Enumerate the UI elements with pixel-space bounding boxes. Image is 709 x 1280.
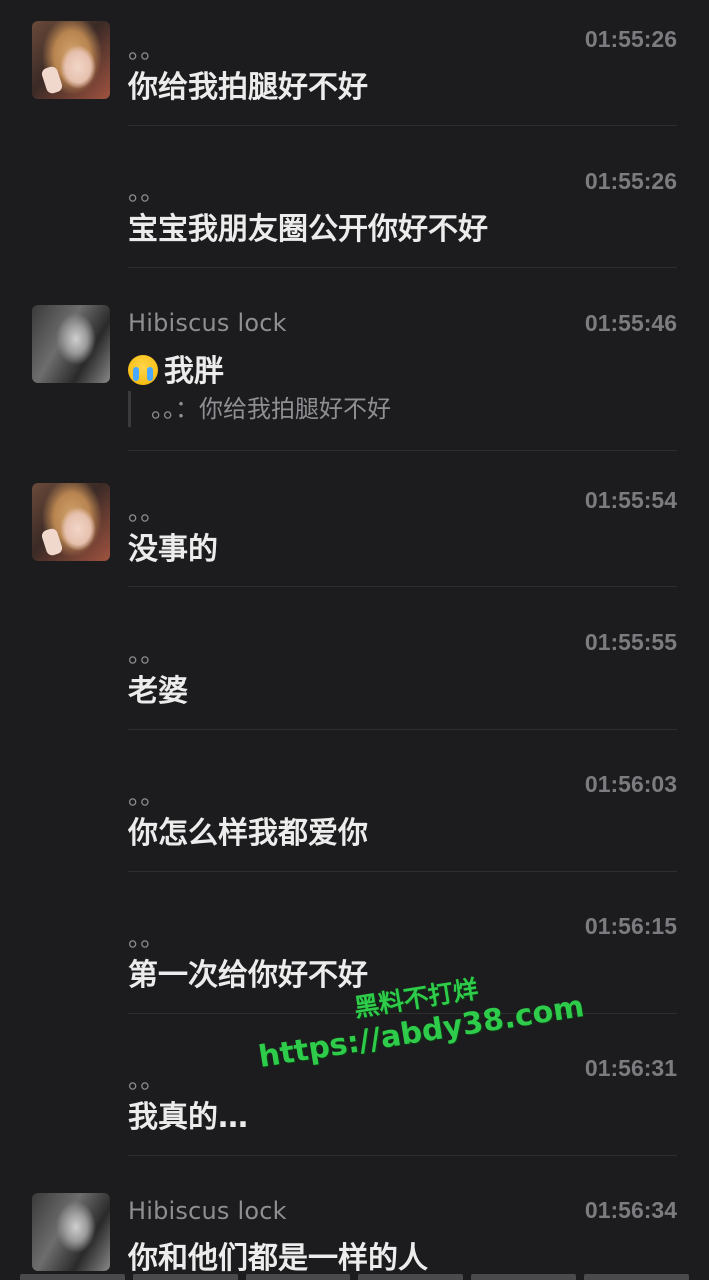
divider	[128, 267, 677, 268]
toolbar-segment	[584, 1274, 689, 1280]
toolbar-segment	[20, 1274, 125, 1280]
message-text[interactable]: 你给我拍腿好不好	[128, 62, 368, 106]
toolbar-segment	[358, 1274, 464, 1280]
quoted-reply[interactable]: 。。：你给我拍腿好不好	[128, 391, 391, 427]
message-text-body: 我胖	[164, 354, 224, 389]
message-text[interactable]: 没事的	[128, 524, 218, 568]
avatar[interactable]	[32, 1193, 110, 1271]
timestamp: 01:55:26	[584, 168, 677, 194]
sender-name: 。。	[128, 36, 165, 64]
divider	[128, 450, 677, 451]
sender-name: 。。	[128, 498, 165, 526]
avatar[interactable]	[32, 483, 110, 561]
timestamp: 01:56:15	[584, 913, 677, 939]
message-text[interactable]: 第一次给你好不好	[128, 950, 368, 994]
timestamp: 01:56:31	[584, 1055, 677, 1081]
sender-name: 。。	[128, 782, 165, 810]
divider	[128, 586, 677, 587]
message-text[interactable]: 老婆	[128, 666, 188, 710]
quoted-text: 你给我拍腿好不好	[199, 395, 391, 423]
toolbar-segment	[471, 1274, 577, 1280]
timestamp: 01:56:34	[584, 1197, 677, 1223]
sender-name: 。。	[128, 1066, 165, 1094]
avatar[interactable]	[32, 305, 110, 383]
sender-name: 。。	[128, 924, 165, 952]
divider	[128, 729, 677, 730]
quoted-sender: 。。：	[151, 395, 199, 423]
message-text[interactable]: 我胖	[128, 346, 224, 390]
toolbar-segment	[132, 1274, 238, 1280]
crying-face-icon	[128, 355, 158, 385]
timestamp: 01:55:55	[584, 629, 677, 655]
message-text[interactable]: 你怎么样我都爱你	[128, 808, 368, 852]
divider	[128, 125, 677, 126]
sender-name: Hibiscus lock	[128, 1197, 287, 1225]
sender-name: 。。	[128, 640, 165, 668]
message-text[interactable]: 我真的…	[128, 1092, 248, 1136]
timestamp: 01:55:46	[584, 310, 677, 336]
divider	[128, 871, 677, 872]
toolbar-segment	[245, 1274, 351, 1280]
sender-name: 。。	[128, 178, 165, 206]
sender-name: Hibiscus lock	[128, 309, 287, 337]
timestamp: 01:56:03	[584, 771, 677, 797]
bottom-toolbar-edge	[0, 1274, 709, 1280]
avatar[interactable]	[32, 21, 110, 99]
message-text[interactable]: 你和他们都是一样的人	[128, 1233, 428, 1277]
timestamp: 01:55:26	[584, 26, 677, 52]
timestamp: 01:55:54	[584, 487, 677, 513]
divider	[128, 1155, 677, 1156]
message-text[interactable]: 宝宝我朋友圈公开你好不好	[128, 204, 488, 248]
